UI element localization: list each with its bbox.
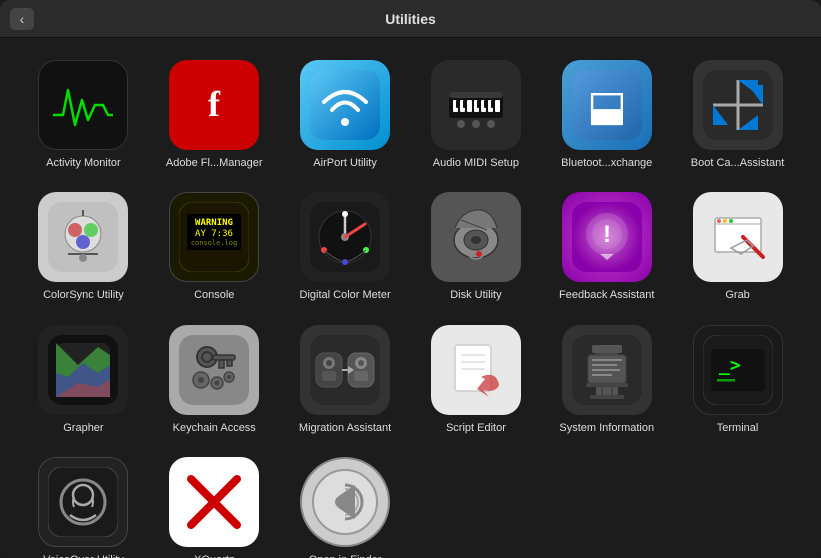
app-label-audio-midi: Audio MIDI Setup <box>433 156 519 170</box>
app-label-voiceover: VoiceOver Utility <box>43 553 124 558</box>
app-label-adobe-manager: Adobe Fl...Manager <box>166 156 263 170</box>
app-icon-voiceover <box>38 457 128 547</box>
back-button[interactable]: ‹ <box>10 8 34 30</box>
svg-text:console.log: console.log <box>191 239 237 247</box>
window-title: Utilities <box>385 11 436 27</box>
svg-text:WARNING: WARNING <box>195 218 233 228</box>
app-item-voiceover[interactable]: VoiceOver Utility <box>20 451 147 558</box>
app-label-grapher: Grapher <box>63 421 103 435</box>
app-item-adobe-manager[interactable]: f Adobe Fl...Manager <box>151 54 278 176</box>
app-icon-bluetooth: ⬓ <box>562 60 652 150</box>
app-icon-xquartz <box>169 457 259 547</box>
app-label-bootcamp: Boot Ca...Assistant <box>691 156 785 170</box>
app-item-console[interactable]: WARNING AY 7:36 console.log Console <box>151 186 278 308</box>
app-icon-audio-midi <box>431 60 521 150</box>
svg-text:⬓: ⬓ <box>587 84 627 130</box>
app-item-digital-color-meter[interactable]: Digital Color Meter <box>282 186 409 308</box>
app-icon-activity-monitor <box>38 60 128 150</box>
app-item-system-info[interactable]: System Information <box>543 319 670 441</box>
app-icon-system-info <box>562 325 652 415</box>
app-icon-migration <box>300 325 390 415</box>
app-item-grapher[interactable]: Grapher <box>20 319 147 441</box>
app-label-terminal: Terminal <box>717 421 759 435</box>
app-item-script-editor[interactable]: Script Editor <box>413 319 540 441</box>
app-item-activity-monitor[interactable]: Activity Monitor <box>20 54 147 176</box>
svg-text:_>: _> <box>719 355 741 376</box>
app-item-audio-midi[interactable]: Audio MIDI Setup <box>413 54 540 176</box>
app-label-grab: Grab <box>725 288 749 302</box>
app-label-console: Console <box>194 288 234 302</box>
app-item-bootcamp[interactable]: Boot Ca...Assistant <box>674 54 801 176</box>
app-item-open-finder[interactable]: Open in Finder <box>282 451 409 558</box>
app-icon-digital-color-meter <box>300 192 390 282</box>
titlebar: ‹ Utilities <box>0 0 821 38</box>
app-icon-grapher <box>38 325 128 415</box>
app-label-bluetooth: Bluetoot...xchange <box>561 156 652 170</box>
app-icon-disk-utility <box>431 192 521 282</box>
app-icon-script-editor <box>431 325 521 415</box>
app-item-colorsync[interactable]: ColorSync Utility <box>20 186 147 308</box>
svg-text:!: ! <box>603 221 611 248</box>
app-label-open-finder: Open in Finder <box>309 553 382 558</box>
app-item-keychain[interactable]: Keychain Access <box>151 319 278 441</box>
app-item-airport-utility[interactable]: AirPort Utility <box>282 54 409 176</box>
svg-text:f: f <box>208 84 221 124</box>
app-label-airport-utility: AirPort Utility <box>313 156 377 170</box>
app-item-terminal[interactable]: _> Terminal <box>674 319 801 441</box>
app-label-keychain: Keychain Access <box>173 421 256 435</box>
app-icon-keychain <box>169 325 259 415</box>
app-icon-airport-utility <box>300 60 390 150</box>
app-item-migration[interactable]: Migration Assistant <box>282 319 409 441</box>
app-item-feedback[interactable]: ! Feedback Assistant <box>543 186 670 308</box>
app-icon-terminal: _> <box>693 325 783 415</box>
app-icon-feedback: ! <box>562 192 652 282</box>
app-label-colorsync: ColorSync Utility <box>43 288 124 302</box>
app-label-migration: Migration Assistant <box>299 421 391 435</box>
app-icon-bootcamp <box>693 60 783 150</box>
app-label-feedback: Feedback Assistant <box>559 288 654 302</box>
app-icon-console: WARNING AY 7:36 console.log <box>169 192 259 282</box>
app-icon-grab <box>693 192 783 282</box>
app-label-system-info: System Information <box>559 421 654 435</box>
svg-text:AY 7:36: AY 7:36 <box>195 229 233 239</box>
utilities-window: ‹ Utilities Activity Monitor f Adobe Fl.… <box>0 0 821 558</box>
app-label-digital-color-meter: Digital Color Meter <box>300 288 391 302</box>
app-item-bluetooth[interactable]: ⬓ Bluetoot...xchange <box>543 54 670 176</box>
app-grid: Activity Monitor f Adobe Fl...Manager Ai… <box>0 38 821 558</box>
app-item-disk-utility[interactable]: Disk Utility <box>413 186 540 308</box>
app-icon-open-finder <box>300 457 390 547</box>
app-icon-adobe-manager: f <box>169 60 259 150</box>
app-label-disk-utility: Disk Utility <box>450 288 501 302</box>
app-label-xquartz: XQuartz <box>194 553 234 558</box>
app-label-activity-monitor: Activity Monitor <box>46 156 121 170</box>
app-label-script-editor: Script Editor <box>446 421 506 435</box>
app-item-grab[interactable]: Grab <box>674 186 801 308</box>
app-item-xquartz[interactable]: XQuartz <box>151 451 278 558</box>
app-icon-colorsync <box>38 192 128 282</box>
